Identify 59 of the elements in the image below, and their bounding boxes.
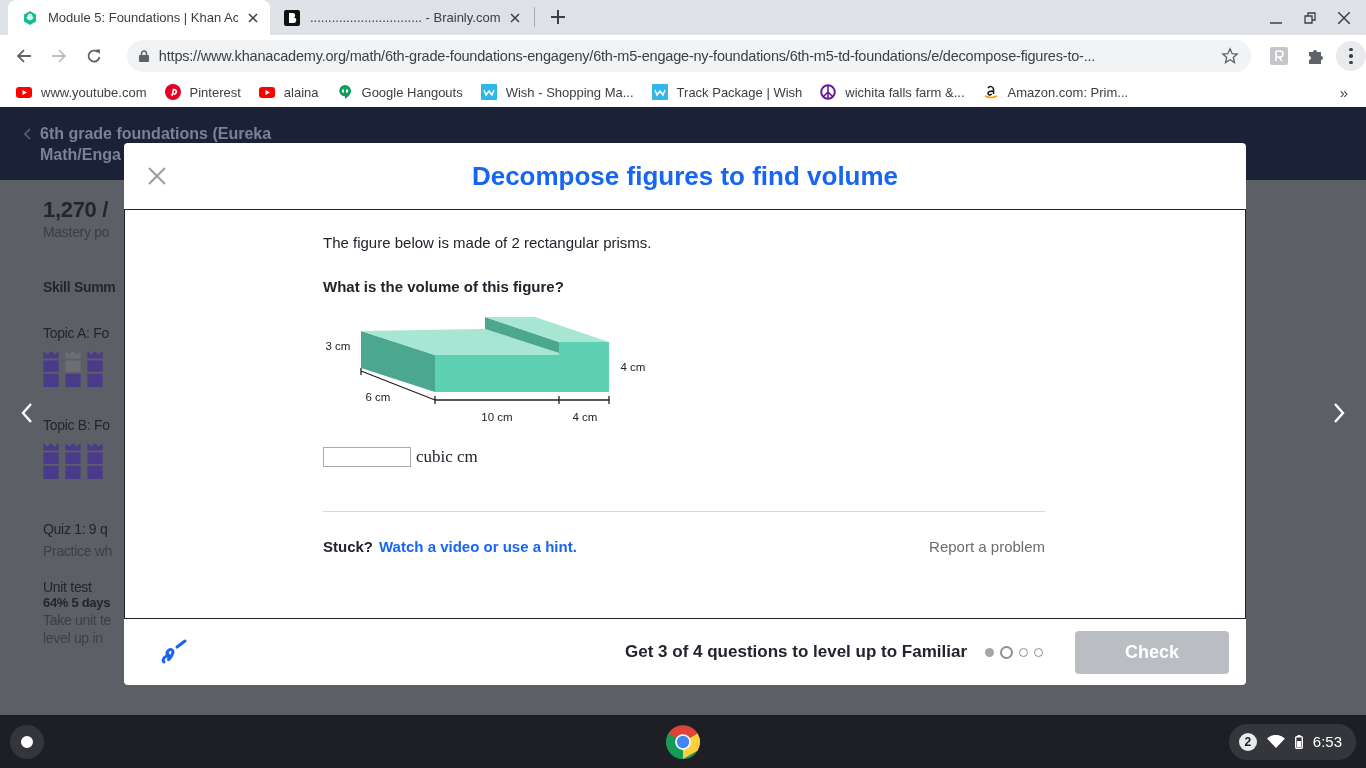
bookmark-item[interactable]: Track Package | Wish [651,84,803,100]
puzzle-icon[interactable] [1307,47,1326,65]
bookmark-star-icon[interactable] [1221,47,1240,65]
bookmark-item[interactable]: alaina [258,84,319,100]
chevron-left-icon[interactable] [24,128,32,140]
bookmark-item[interactable]: www.youtube.com [16,84,147,100]
youtube-logo-icon [258,84,275,100]
dimension-label: 3 cm [325,340,351,352]
menu-icon[interactable] [1336,41,1366,71]
close-icon[interactable] [1338,12,1350,24]
amazon-logo-icon [982,84,999,100]
launcher-button[interactable] [10,724,44,759]
level-up-goal: Get 3 of 4 questions to level up to Familiar [625,642,967,662]
bookmark-item[interactable]: Pinterest [164,84,241,100]
unit-test-score: 64% 5 days [43,595,111,610]
browser-tab[interactable]: ............................... - Brainly.com [270,0,532,35]
chrome-logo-icon[interactable] [665,723,701,760]
back-arrow-icon[interactable] [16,48,32,64]
notification-count: 2 [1238,732,1257,751]
question-text: What is the volume of this figure? [323,278,564,295]
pinterest-logo-icon [164,84,181,100]
hint-link[interactable]: Watch a video or use a hint. [379,538,577,555]
restore-icon[interactable] [1304,12,1316,24]
answer-field[interactable] [323,447,411,467]
bookmark-item[interactable]: Amazon.com: Prim... [982,84,1129,100]
wish-logo-icon [651,84,668,100]
stuck-label: Stuck? [323,538,373,555]
scratchpad-icon[interactable] [160,638,188,666]
bookmark-item[interactable]: Google Hangouts [336,84,463,100]
dimension-label: 6 cm [365,391,391,403]
bookmark-item[interactable]: Wish - Shopping Ma... [480,84,634,100]
khan-logo-icon [22,9,38,26]
section-title: Skill Summ [43,279,116,295]
more-bookmarks-button[interactable]: » [1339,83,1348,101]
clock-time: 6:53 [1312,733,1342,750]
dimension-label: 10 cm [481,411,513,423]
report-problem-link[interactable]: Report a problem [929,538,1045,555]
hangouts-logo-icon [336,84,353,100]
chevron-right-icon[interactable] [1333,403,1345,423]
problem-text: The figure below is made of 2 rectangular prisms. [323,234,652,251]
close-icon[interactable] [510,12,520,23]
unit-label: cubic cm [416,447,478,467]
address-bar[interactable]: https://www.khanacademy.org/math/6th-grade-foundations-engageny/6th-m5-engage-ny-foundations/6th-m5-td-foundations/e/decompose-figures-to-... [126,40,1252,72]
peace-sign-icon [820,84,837,100]
dimension-label: 4 cm [572,411,598,423]
dialog-title: Decompose figures to find volume [471,160,899,192]
mastery-points: 1,270 / [43,197,109,223]
new-tab-icon[interactable] [551,10,565,24]
bookmark-item[interactable]: wichita falls farm &... [820,84,965,100]
lock-icon [138,50,149,62]
wish-logo-icon [480,84,497,100]
youtube-logo-icon [16,84,32,100]
brainly-logo-icon [284,9,300,26]
battery-icon [1294,734,1303,749]
dimension-label: 4 cm [620,361,646,373]
wifi-icon [1266,734,1285,749]
close-icon[interactable] [248,12,258,23]
status-tray[interactable]: 2 6:53 [1228,723,1356,760]
reload-icon[interactable] [85,48,102,64]
